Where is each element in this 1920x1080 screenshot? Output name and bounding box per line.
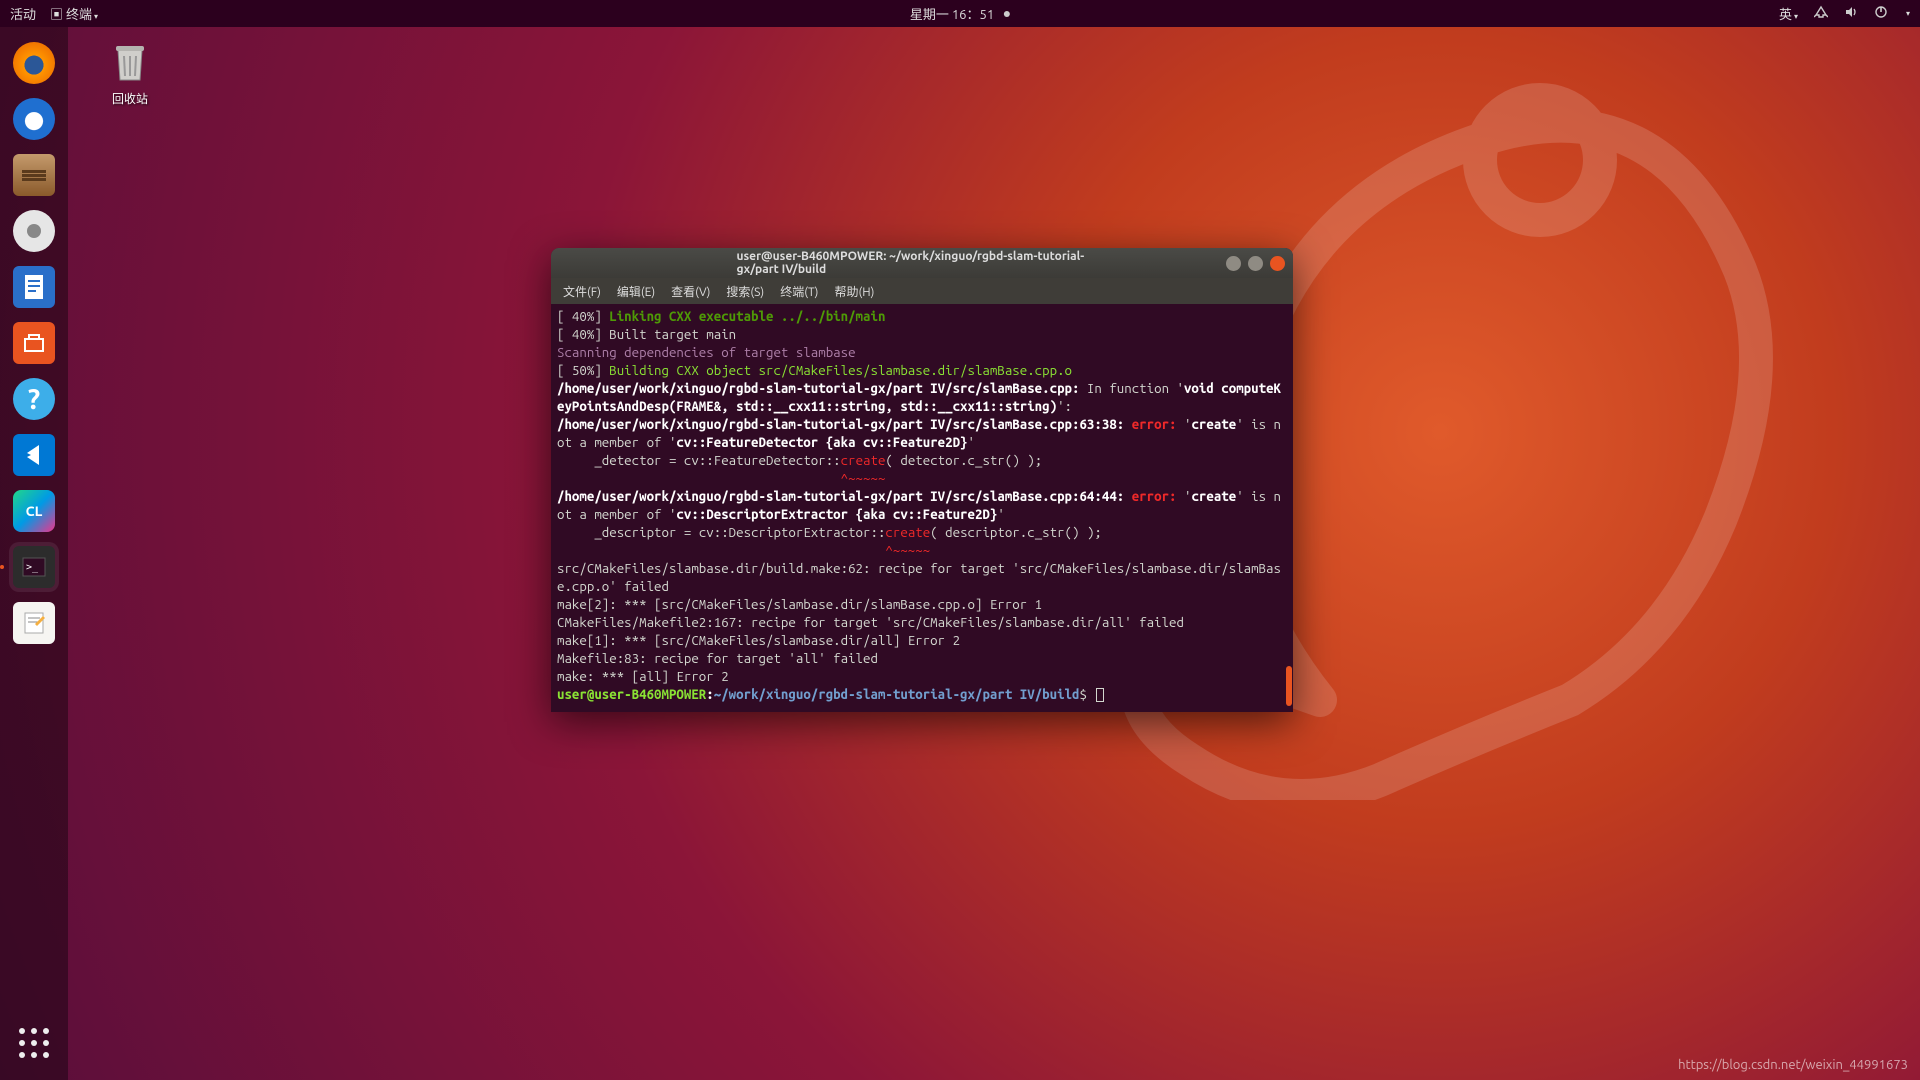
menu-view[interactable]: 查看(V) (667, 283, 714, 300)
terminal-window: user@user-B460MPOWER: ~/work/xinguo/rgbd… (551, 248, 1293, 712)
desktop-trash-label: 回收站 (90, 90, 170, 107)
desktop-trash[interactable]: 回收站 (90, 38, 170, 107)
notification-dot-icon (1004, 11, 1010, 17)
menu-search[interactable]: 搜索(S) (722, 283, 768, 300)
dock-software[interactable] (9, 318, 59, 368)
window-minimize-button[interactable] (1226, 256, 1241, 271)
dock-terminal[interactable]: >_ (9, 542, 59, 592)
terminal-output[interactable]: [ 40%] Linking CXX executable ../../bin/… (551, 304, 1293, 712)
dock-disks[interactable] (9, 206, 59, 256)
menu-help[interactable]: 帮助(H) (830, 283, 878, 300)
dock: ? CL >_ (0, 27, 68, 1080)
input-method-indicator[interactable]: 英▾ (1779, 4, 1798, 23)
dock-thunderbird[interactable] (9, 94, 59, 144)
dock-files[interactable] (9, 150, 59, 200)
clock[interactable]: 星期一 16：51 (910, 4, 994, 23)
window-maximize-button[interactable] (1248, 256, 1263, 271)
dock-firefox[interactable] (9, 38, 59, 88)
network-icon[interactable] (1814, 5, 1828, 22)
trash-icon (106, 38, 154, 86)
svg-text:>_: >_ (26, 562, 39, 573)
terminal-indicator-icon: ▣ (50, 8, 66, 22)
menu-file[interactable]: 文件(F) (559, 283, 605, 300)
system-menu-chevron-icon[interactable]: ▾ (1906, 9, 1910, 18)
dock-clion[interactable]: CL (9, 486, 59, 536)
menu-edit[interactable]: 编辑(E) (613, 283, 659, 300)
power-icon[interactable] (1874, 5, 1888, 22)
dock-writer[interactable] (9, 262, 59, 312)
dock-vscode[interactable] (9, 430, 59, 480)
top-panel: 活动 ▣ 终端▾ 星期一 16：51 英▾ ▾ (0, 0, 1920, 27)
volume-icon[interactable] (1844, 5, 1858, 22)
terminal-scrollbar[interactable] (1286, 666, 1292, 706)
terminal-menubar: 文件(F) 编辑(E) 查看(V) 搜索(S) 终端(T) 帮助(H) (551, 278, 1293, 304)
app-menu[interactable]: ▣ 终端▾ (50, 4, 98, 23)
window-titlebar[interactable]: user@user-B460MPOWER: ~/work/xinguo/rgbd… (551, 248, 1293, 278)
menu-terminal[interactable]: 终端(T) (776, 283, 822, 300)
dock-help[interactable]: ? (9, 374, 59, 424)
terminal-cursor (1096, 688, 1104, 702)
watermark-text: https://blog.csdn.net/weixin_44991673 (1678, 1058, 1908, 1072)
window-title: user@user-B460MPOWER: ~/work/xinguo/rgbd… (737, 250, 1108, 276)
window-close-button[interactable] (1270, 256, 1285, 271)
dock-text-editor[interactable] (9, 598, 59, 648)
activities-button[interactable]: 活动 (10, 4, 36, 23)
show-applications-button[interactable] (9, 1018, 59, 1068)
